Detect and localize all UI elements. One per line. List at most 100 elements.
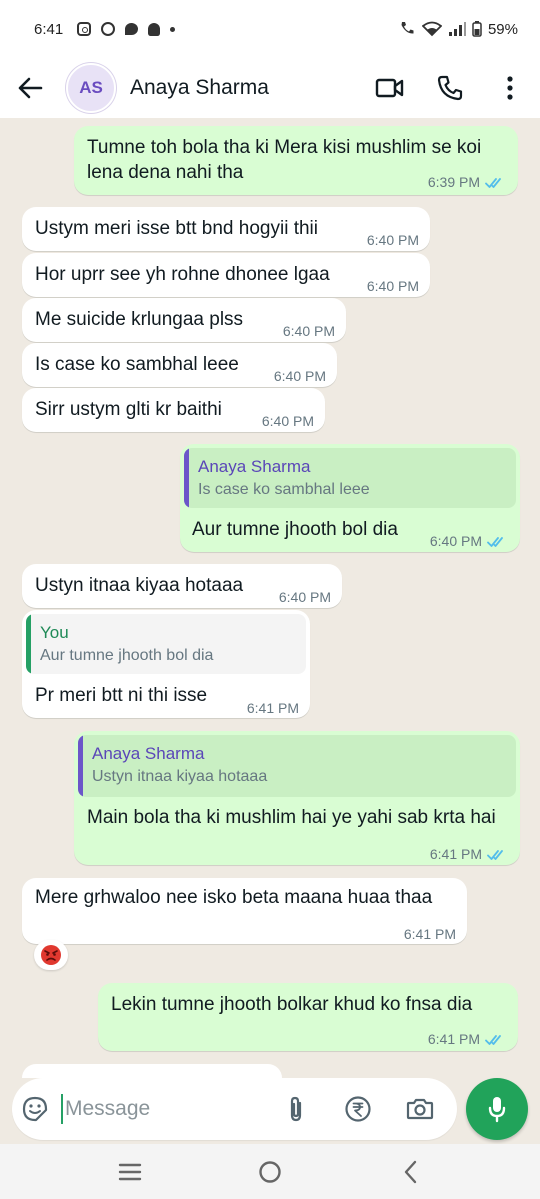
system-back-button[interactable] [380,1144,440,1199]
message-meta: 6:39 PM [428,170,505,195]
message-outgoing[interactable]: Tumne toh bola tha ki Mera kisi mushlim … [74,126,518,195]
double-check-icon [485,1034,501,1045]
attach-button[interactable] [265,1078,327,1140]
header-actions [360,58,540,118]
quoted-sender: Anaya Sharma [92,744,205,763]
signal-icon [448,22,466,36]
paperclip-icon [290,1096,302,1122]
message-text: Ustyn itnaa kiyaa hotaaa [35,575,244,596]
recent-apps-icon [118,1163,142,1180]
message-meta: 6:41 PM [428,1027,505,1052]
message-outgoing-reply[interactable]: Anaya Sharma Ustyn itnaa kiyaa hotaaa Ma… [74,731,520,865]
message-time: 6:40 PM [366,278,419,294]
quoted-message[interactable]: Anaya Sharma Ustyn itnaa kiyaa hotaaa [78,735,516,797]
status-bar: 6:41 59% [0,0,540,58]
status-right: 59% [398,20,518,38]
kebab-menu-icon [507,76,513,100]
message-meta: 6:40 PM [262,409,314,434]
quoted-sender: Anaya Sharma [198,457,311,476]
message-meta: 6:41 PM [430,842,507,867]
message-time: 6:39 PM [427,174,480,190]
contact-name[interactable]: Anaya Sharma [130,76,269,100]
message-incoming[interactable]: Me suicide krlungaa plss 6:40 PM [22,298,346,342]
message-meta: 6:41 PM [247,696,299,721]
chat-notification-icon [125,23,139,35]
message-text: Hor uprr see yh rohne dhonee lgaa [35,264,330,285]
message-outgoing[interactable]: Lekin tumne jhooth bolkar khud ko fnsa d… [98,983,518,1051]
angry-face-icon [41,945,61,965]
message-text: Lekin tumne jhooth bolkar khud ko fnsa d… [111,994,473,1015]
rupee-icon [345,1096,371,1122]
arrow-left-icon [18,77,43,99]
message-meta: 6:40 PM [430,529,507,554]
message-text: Pr meri btt ni thi isse [35,685,208,706]
video-camera-icon [375,78,404,98]
double-check-icon [485,177,501,188]
message-incoming[interactable]: Ustym meri isse btt bnd hogyii thii 6:40… [22,207,430,251]
whatsapp-icon [101,22,116,36]
phone-icon [437,75,463,101]
message-incoming[interactable]: Ustyn itnaa kiyaa hotaaa 6:40 PM [22,564,342,608]
home-circle-icon [259,1160,281,1183]
message-time: 6:40 PM [261,413,314,429]
partially-visible-message[interactable] [22,1064,282,1078]
double-check-icon [487,849,503,860]
quoted-message[interactable]: You Aur tumne jhooth bol dia [26,614,306,674]
message-time: 6:40 PM [278,589,331,605]
video-call-button[interactable] [360,58,420,118]
snapchat-icon [148,22,161,36]
emoji-button[interactable] [12,1078,57,1140]
message-time: 6:40 PM [429,533,482,549]
voice-call-button[interactable] [420,58,480,118]
message-text: Ustym meri isse btt bnd hogyii thii [35,218,318,239]
message-meta: 6:41 PM [404,922,456,947]
double-check-icon [487,536,503,547]
more-options-button[interactable] [480,58,540,118]
message-time: 6:40 PM [273,368,326,384]
message-text: Aur tumne jhooth bol dia [192,519,398,540]
message-incoming[interactable]: Mere grhwaloo nee isko beta maana huaa t… [22,878,467,944]
message-text: Me suicide krlungaa plss [35,309,244,330]
message-incoming[interactable]: Is case ko sambhal leee 6:40 PM [22,343,337,387]
quoted-message[interactable]: Anaya Sharma Is case ko sambhal leee [184,448,516,508]
message-incoming[interactable]: Hor uprr see yh rohne dhonee lgaa 6:40 P… [22,253,430,297]
battery-percent: 59% [487,20,518,38]
payment-button[interactable] [327,1078,389,1140]
message-time: 6:41 PM [246,700,299,716]
composer [0,1078,540,1144]
chevron-left-icon [404,1160,417,1183]
wifi-icon [421,21,442,37]
message-incoming-reply[interactable]: You Aur tumne jhooth bol dia Pr meri btt… [22,610,310,718]
message-time: 6:40 PM [366,232,419,248]
message-time: 6:41 PM [429,846,482,862]
camera-icon [406,1098,434,1120]
home-button[interactable] [240,1144,300,1199]
message-reaction[interactable] [34,940,68,970]
recent-apps-button[interactable] [100,1144,160,1199]
message-time: 6:41 PM [403,926,456,942]
message-outgoing-reply[interactable]: Anaya Sharma Is case ko sambhal leee Aur… [180,444,520,552]
instagram-icon [77,22,92,36]
microphone-icon [488,1097,506,1123]
back-button[interactable] [0,58,60,118]
voice-message-button[interactable] [466,1078,528,1140]
message-text: Is case ko sambhal leee [35,354,239,375]
message-composer [12,1078,457,1140]
message-meta: 6:40 PM [283,319,335,344]
message-incoming[interactable]: Sirr ustym glti kr baithi 6:40 PM [22,388,325,432]
chat-area[interactable]: Tumne toh bola tha ki Mera kisi mushlim … [0,118,540,1078]
contact-avatar[interactable]: AS [66,63,116,113]
quoted-sender: You [40,623,69,642]
wifi-call-icon [401,22,414,34]
quoted-text: Ustyn itnaa kiyaa hotaaa [92,768,268,785]
message-time: 6:41 PM [427,1031,480,1047]
sticker-emoji-icon [22,1096,47,1122]
camera-button[interactable] [389,1078,451,1140]
message-meta: 6:40 PM [367,228,419,253]
status-time: 6:41 [34,20,64,38]
chat-header: AS Anaya Sharma [0,58,540,118]
quoted-text: Aur tumne jhooth bol dia [40,647,214,664]
message-meta: 6:40 PM [367,274,419,299]
message-meta: 6:40 PM [274,364,326,389]
message-input[interactable] [65,1097,265,1121]
